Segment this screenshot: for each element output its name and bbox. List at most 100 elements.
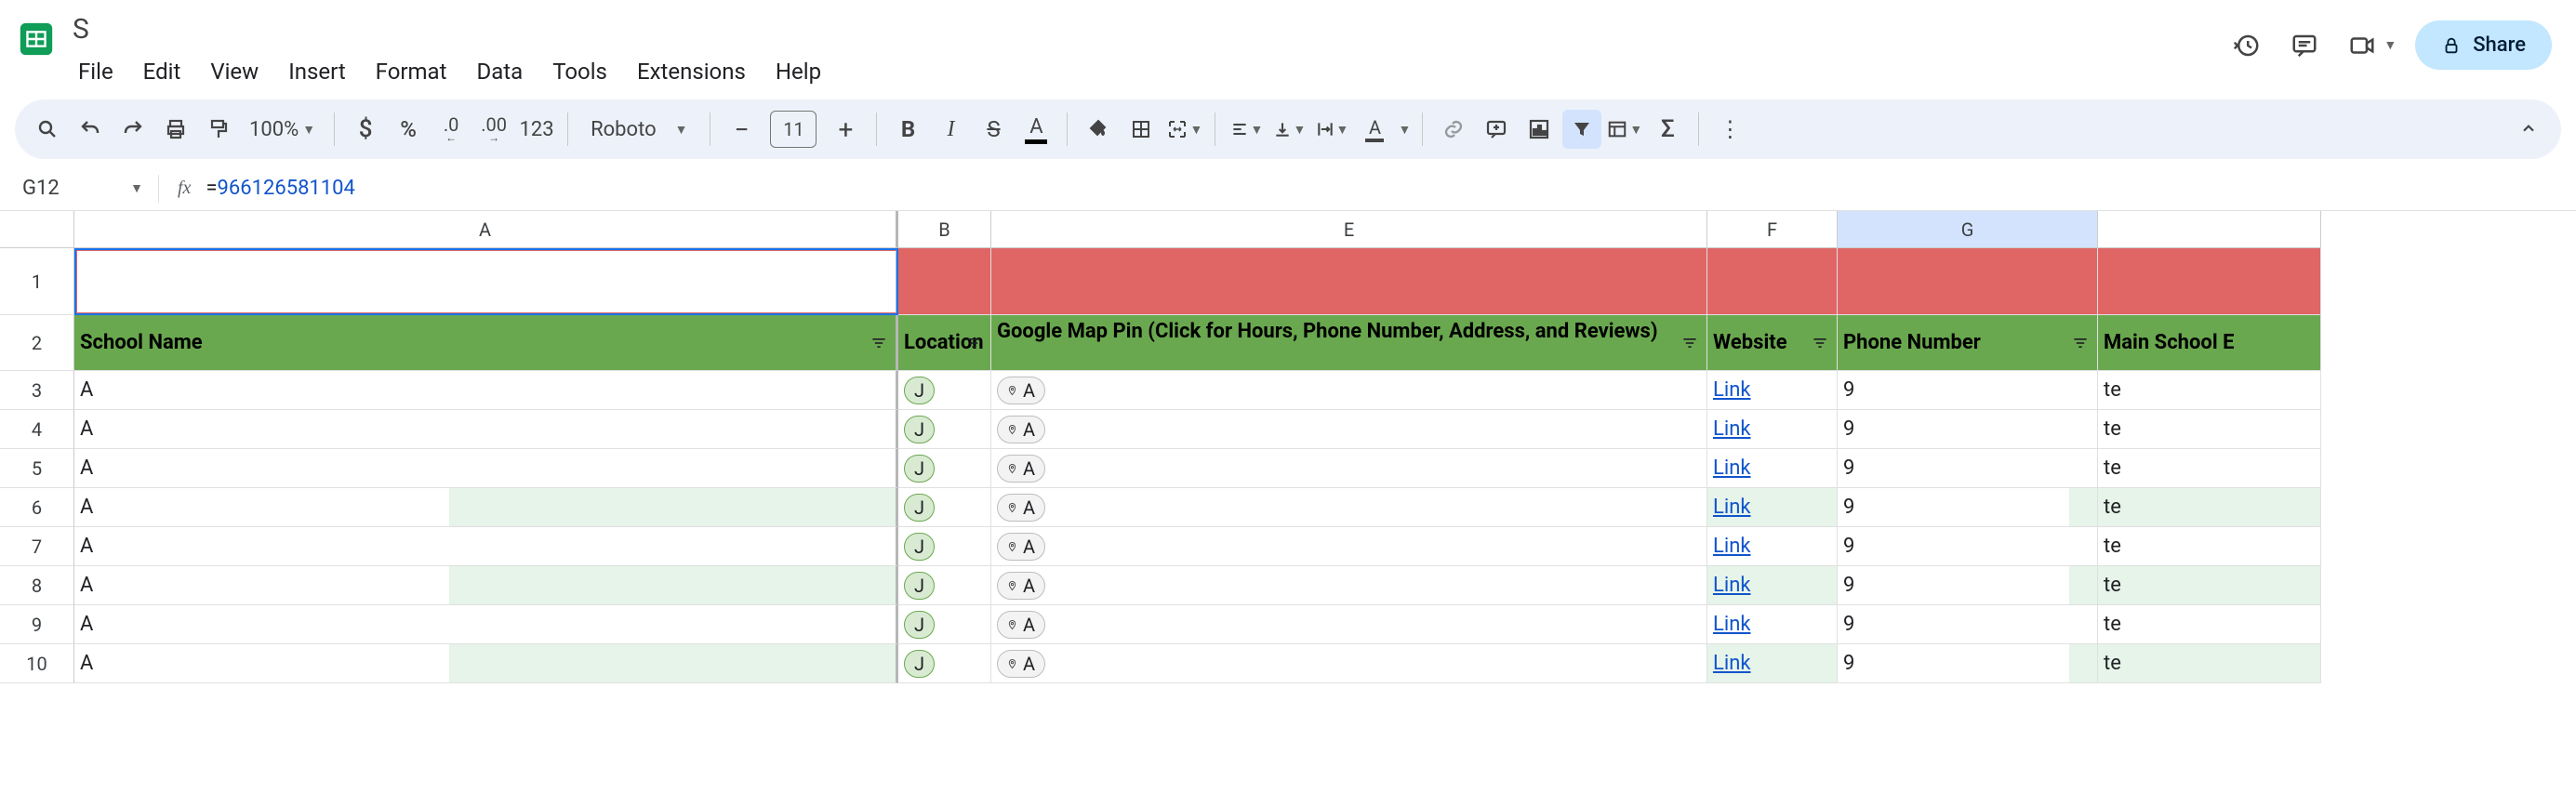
more-icon[interactable]: ⋮ (1710, 110, 1749, 149)
cell-school-name[interactable]: A (74, 644, 898, 683)
col-header-E[interactable]: E (991, 211, 1707, 248)
cell-E1[interactable] (991, 248, 1707, 315)
h-align-icon[interactable]: ▼ (1227, 110, 1266, 149)
cell-location[interactable]: J (898, 644, 991, 683)
row-header-3[interactable]: 3 (0, 371, 74, 410)
currency-icon[interactable]: $ (346, 110, 385, 149)
cell-B1[interactable] (898, 248, 991, 315)
location-chip[interactable]: J (904, 611, 935, 639)
cell-location[interactable]: J (898, 410, 991, 449)
increase-decimal-icon[interactable]: .00→ (474, 110, 513, 149)
col-header-A[interactable]: A (74, 211, 898, 248)
header-website[interactable]: Website (1707, 315, 1838, 371)
header-phone[interactable]: Phone Number (1838, 315, 2098, 371)
strikethrough-icon[interactable]: S (974, 110, 1013, 149)
redo-icon[interactable] (113, 110, 153, 149)
cell-location[interactable]: J (898, 488, 991, 527)
menu-tools[interactable]: Tools (539, 51, 620, 92)
map-pin-chip[interactable]: A (997, 572, 1045, 600)
filter-icon[interactable] (1680, 334, 1699, 352)
cell-website[interactable]: Link (1707, 566, 1838, 605)
map-pin-chip[interactable]: A (997, 650, 1045, 678)
cell-phone[interactable]: 9 (1838, 605, 2098, 644)
search-menu-icon[interactable] (28, 110, 67, 149)
website-link[interactable]: Link (1713, 574, 1751, 597)
cell-email[interactable]: te (2098, 371, 2321, 410)
row-header-5[interactable]: 5 (0, 449, 74, 488)
filter-icon[interactable] (870, 334, 888, 352)
more-formats-icon[interactable]: 123 (517, 110, 556, 149)
cell-location[interactable]: J (898, 605, 991, 644)
website-link[interactable]: Link (1713, 496, 1751, 519)
cell-website[interactable]: Link (1707, 605, 1838, 644)
cell-map-pin[interactable]: A (991, 371, 1707, 410)
filter-icon[interactable] (1811, 334, 1829, 352)
paint-format-icon[interactable] (199, 110, 238, 149)
map-pin-chip[interactable]: A (997, 455, 1045, 483)
location-chip[interactable]: J (904, 377, 935, 404)
functions-icon[interactable]: Σ (1648, 110, 1687, 149)
chart-icon[interactable] (1520, 110, 1559, 149)
decrease-font-icon[interactable]: − (722, 110, 761, 149)
cell-email[interactable]: te (2098, 566, 2321, 605)
cell-website[interactable]: Link (1707, 410, 1838, 449)
wrap-icon[interactable]: ▼ (1312, 110, 1351, 149)
cell-phone[interactable]: 9 (1838, 371, 2098, 410)
cell-website[interactable]: Link (1707, 449, 1838, 488)
percent-icon[interactable]: % (389, 110, 428, 149)
map-pin-chip[interactable]: A (997, 494, 1045, 522)
cell-school-name[interactable]: A (74, 605, 898, 644)
website-link[interactable]: Link (1713, 417, 1751, 441)
row-header-1[interactable]: 1 (0, 248, 74, 315)
print-icon[interactable] (156, 110, 195, 149)
col-header-F[interactable]: F (1707, 211, 1838, 248)
cell-website[interactable]: Link (1707, 644, 1838, 683)
cell-location[interactable]: J (898, 527, 991, 566)
comment-add-icon[interactable] (1477, 110, 1516, 149)
bold-icon[interactable]: B (888, 110, 927, 149)
name-box[interactable]: G12 ▼ (0, 177, 158, 200)
row-header-9[interactable]: 9 (0, 605, 74, 644)
cell-email[interactable]: te (2098, 644, 2321, 683)
cell-phone[interactable]: 9 (1838, 488, 2098, 527)
row-header-2[interactable]: 2 (0, 315, 74, 371)
row-header-4[interactable]: 4 (0, 410, 74, 449)
cell-email[interactable]: te (2098, 488, 2321, 527)
undo-icon[interactable] (71, 110, 110, 149)
cell-website[interactable]: Link (1707, 527, 1838, 566)
cell-map-pin[interactable]: A (991, 566, 1707, 605)
cell-map-pin[interactable]: A (991, 488, 1707, 527)
cell-location[interactable]: J (898, 449, 991, 488)
location-chip[interactable]: J (904, 533, 935, 561)
increase-font-icon[interactable]: + (826, 110, 865, 149)
cell-website[interactable]: Link (1707, 488, 1838, 527)
location-chip[interactable]: J (904, 650, 935, 678)
cell-F1[interactable] (1707, 248, 1838, 315)
sheets-logo[interactable] (15, 9, 58, 69)
cell-map-pin[interactable]: A (991, 644, 1707, 683)
menu-data[interactable]: Data (463, 51, 536, 92)
cell-map-pin[interactable]: A (991, 410, 1707, 449)
formula-input[interactable]: =966126581104 (206, 177, 354, 200)
cell-map-pin[interactable]: A (991, 527, 1707, 566)
meet-button[interactable]: ▼ (2343, 26, 2397, 65)
cell-location[interactable]: J (898, 566, 991, 605)
cell-phone[interactable]: 9 (1838, 527, 2098, 566)
cell-location[interactable]: J (898, 371, 991, 410)
menu-view[interactable]: View (197, 51, 272, 92)
location-chip[interactable]: J (904, 455, 935, 483)
cell-email[interactable]: te (2098, 527, 2321, 566)
map-pin-chip[interactable]: A (997, 377, 1045, 404)
row-header-10[interactable]: 10 (0, 644, 74, 683)
map-pin-chip[interactable]: A (997, 416, 1045, 443)
website-link[interactable]: Link (1713, 378, 1751, 402)
font-dropdown[interactable]: Roboto▼ (579, 118, 698, 141)
cell-school-name[interactable]: A (74, 527, 898, 566)
header-school-name[interactable]: School Name (74, 315, 898, 371)
map-pin-chip[interactable]: A (997, 533, 1045, 561)
link-icon[interactable] (1434, 110, 1473, 149)
cell-phone[interactable]: 9 (1838, 644, 2098, 683)
zoom-dropdown[interactable]: 100%▼ (242, 118, 323, 141)
col-header-G[interactable]: G (1838, 211, 2098, 248)
filter-icon[interactable] (964, 334, 983, 352)
